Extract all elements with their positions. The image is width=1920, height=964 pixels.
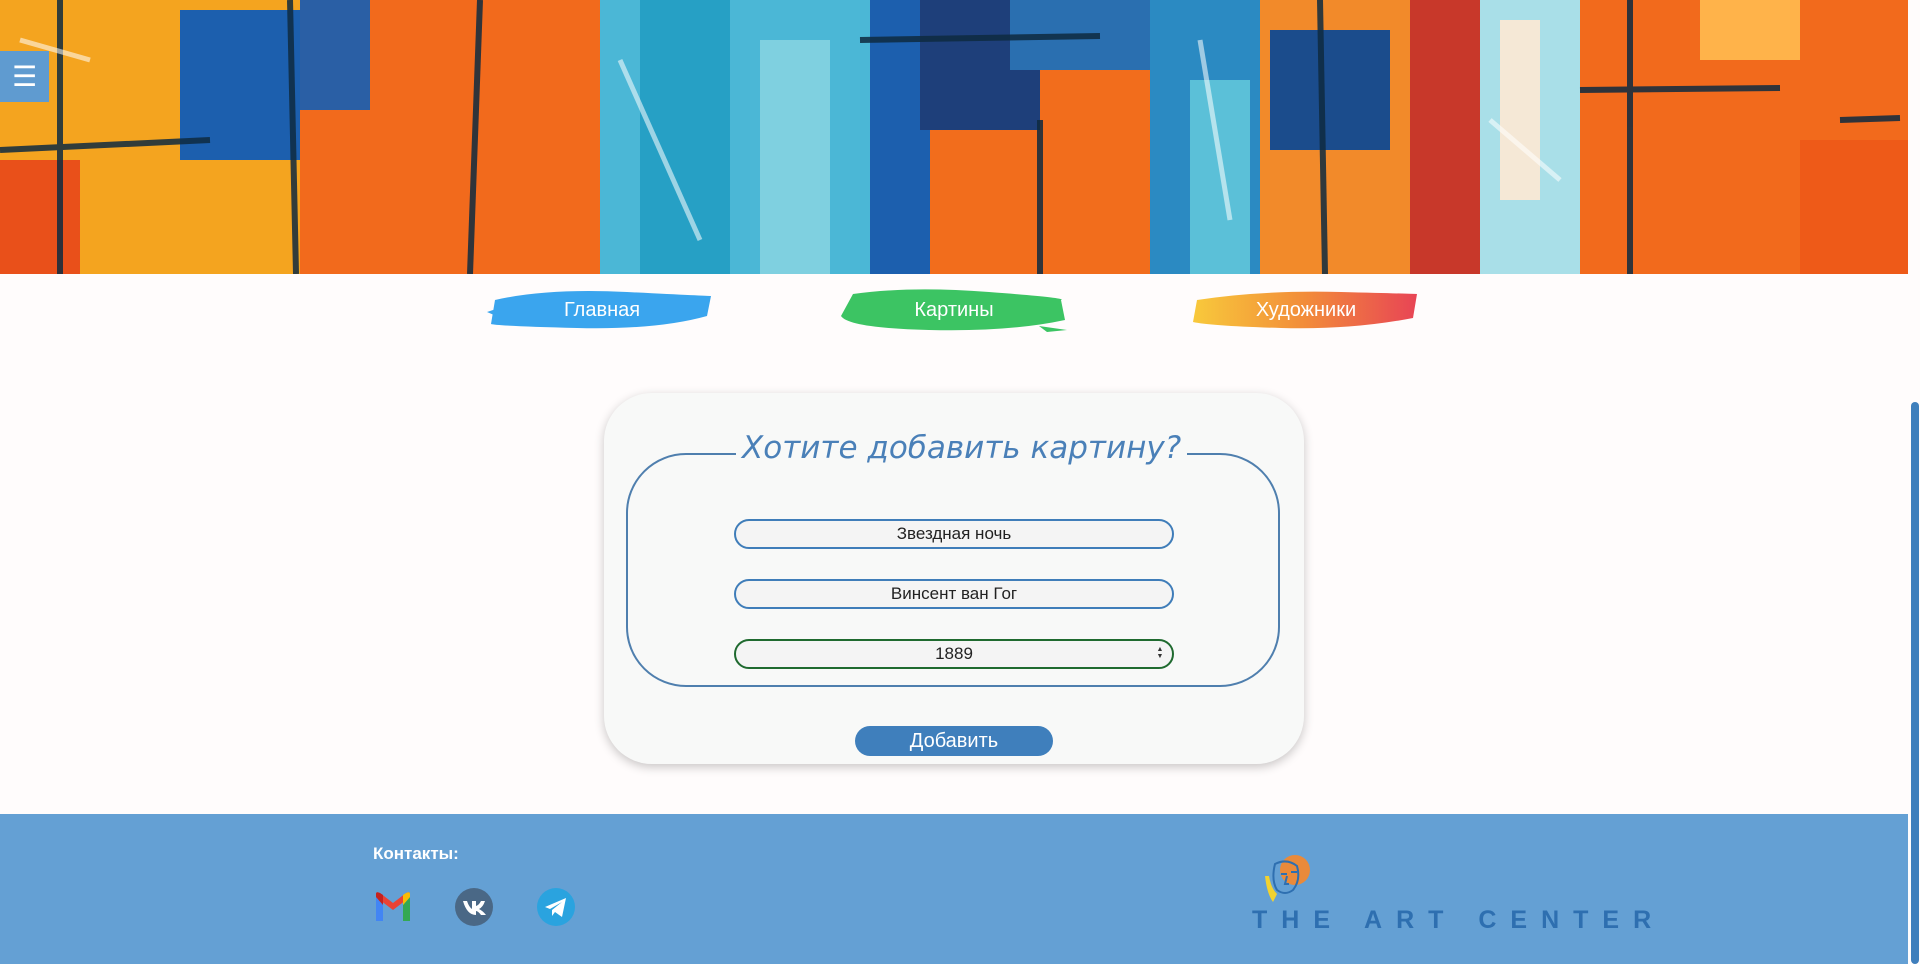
nav-item-home[interactable]: Главная	[487, 286, 717, 334]
form-legend: Хотите добавить картину?	[736, 430, 1188, 466]
header-banner-painting	[0, 0, 1908, 274]
add-painting-card: Хотите добавить картину? ▲▼ Добавить	[604, 393, 1304, 764]
scrollbar-thumb[interactable]	[1911, 402, 1919, 964]
contacts-title: Контакты:	[373, 844, 459, 863]
add-button[interactable]: Добавить	[855, 726, 1053, 756]
main-navigation: Главная Картины Художники	[0, 286, 1908, 336]
nav-item-artists[interactable]: Художники	[1191, 286, 1421, 334]
page: ☰ Главная Картины Художники Хотите добав…	[0, 0, 1920, 964]
year-stepper[interactable]: ▲▼	[734, 639, 1174, 669]
logo-text: THE ART CENTER	[1252, 906, 1666, 934]
artist-name-input[interactable]	[734, 579, 1174, 609]
page-scrollbar[interactable]	[1908, 0, 1920, 964]
footer: Контакты: THE ART CENTER	[0, 814, 1908, 964]
spin-arrows-icon[interactable]: ▲ ▼	[1156, 646, 1164, 660]
year-input[interactable]	[734, 639, 1174, 669]
gmail-icon[interactable]	[373, 887, 413, 927]
art-center-logo: THE ART CENTER	[1252, 855, 1651, 946]
menu-toggle-button[interactable]: ☰	[0, 51, 49, 102]
face-logo-icon	[1265, 855, 1310, 902]
vk-icon[interactable]	[454, 887, 494, 927]
telegram-icon[interactable]	[536, 887, 576, 927]
nav-item-artists-label: Художники	[1255, 298, 1357, 321]
nav-item-paintings[interactable]: Картины	[839, 286, 1069, 334]
nav-item-paintings-label: Картины	[914, 298, 994, 321]
painting-name-input[interactable]	[734, 519, 1174, 549]
nav-item-home-label: Главная	[563, 298, 641, 321]
